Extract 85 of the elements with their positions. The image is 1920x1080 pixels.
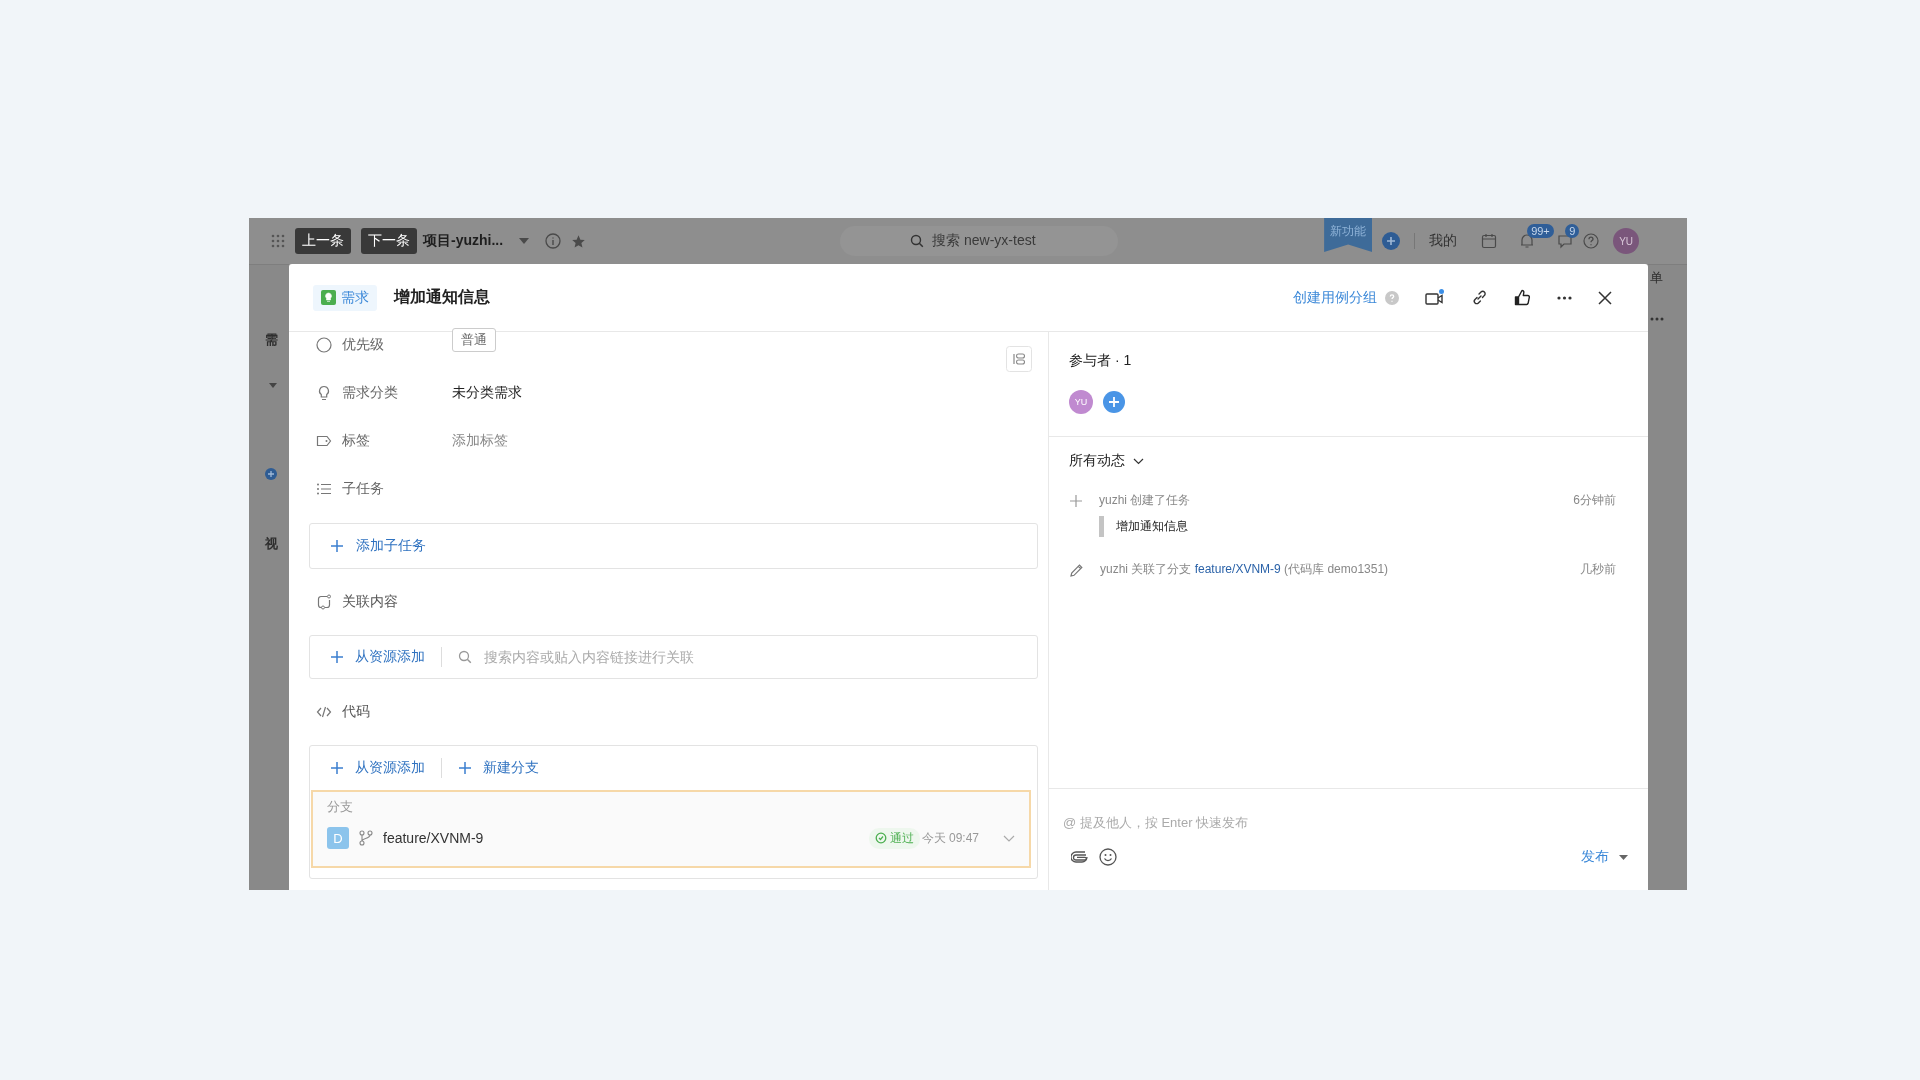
caret-icon[interactable] — [1619, 854, 1628, 860]
branch-time: 今天 09:47 — [921, 829, 979, 847]
activity-text: yuzhi 关联了分支 feature/XVNM-9 (代码库 demo1351) — [1100, 561, 1389, 578]
code-icon — [316, 704, 332, 720]
activity-filter[interactable]: 所有动态 — [1069, 452, 1144, 470]
search-icon — [910, 234, 925, 248]
help-icon[interactable] — [1583, 233, 1600, 249]
attachment-icon[interactable] — [1071, 851, 1089, 863]
activity-time: 6分钟前 — [1573, 492, 1616, 509]
link-icon[interactable] — [1471, 289, 1488, 306]
add-icon[interactable] — [1382, 232, 1401, 250]
mine-link[interactable]: 我的 — [1429, 232, 1458, 250]
circle-icon — [316, 337, 332, 353]
star-icon[interactable] — [571, 233, 587, 249]
field-label: 标签 — [342, 432, 371, 450]
add-subtask-button[interactable]: 添加子任务 — [309, 523, 1038, 569]
add-from-resource-button[interactable]: 从资源添加 — [330, 759, 425, 777]
task-title: 增加通知信息 — [394, 287, 490, 307]
calendar-icon[interactable] — [1481, 233, 1498, 249]
branch-link[interactable]: feature/XVNM-9 — [1194, 562, 1281, 576]
participants-title: 参与者 · 1 — [1069, 352, 1133, 370]
section-label: 关联内容 — [342, 593, 399, 611]
notification-count: 99+ — [1527, 224, 1554, 238]
add-from-resource-button[interactable]: 从资源添加 — [330, 648, 425, 666]
caret-icon — [269, 383, 277, 388]
search-field[interactable]: 搜索 new-yx-test — [840, 226, 1119, 256]
bell-icon[interactable] — [1519, 233, 1536, 249]
activity-text: yuzhi 创建了任务 — [1099, 492, 1191, 509]
category-value[interactable]: 未分类需求 — [452, 384, 522, 402]
activity-time: 几秒前 — [1580, 561, 1616, 578]
list-icon — [316, 481, 332, 497]
check-circle-icon — [874, 832, 887, 844]
pencil-icon — [1069, 563, 1084, 578]
chevron-down-icon[interactable] — [1003, 834, 1015, 842]
background-label: 单 — [1650, 269, 1663, 287]
publish-button[interactable]: 发布 — [1581, 848, 1609, 866]
emoji-icon[interactable] — [1099, 848, 1117, 866]
thumbs-up-icon[interactable] — [1514, 289, 1531, 306]
plus-icon — [458, 761, 472, 775]
status-tag: 通过 — [868, 827, 920, 849]
quoted-title: 增加通知信息 — [1099, 516, 1188, 537]
layout-toggle-icon[interactable] — [1006, 346, 1032, 372]
field-label: 优先级 — [342, 336, 385, 354]
more-icon[interactable] — [1557, 295, 1572, 300]
related-icon — [316, 594, 332, 610]
next-button[interactable]: 下一条 — [361, 228, 417, 254]
field-label: 子任务 — [342, 480, 385, 498]
close-icon[interactable] — [1598, 290, 1612, 305]
plus-icon — [330, 650, 344, 664]
section-label: 代码 — [342, 703, 371, 721]
video-icon[interactable] — [1425, 288, 1445, 307]
branch-heading: 分支 — [327, 798, 354, 816]
message-count: 9 — [1565, 224, 1580, 238]
chevron-down-icon — [1133, 457, 1144, 465]
branch-icon — [359, 830, 373, 846]
new-branch-button[interactable]: 新建分支 — [458, 759, 539, 777]
more-icon — [1650, 317, 1664, 321]
plus-icon — [1069, 494, 1083, 508]
caret-icon[interactable] — [519, 238, 530, 244]
tag-icon — [316, 433, 332, 449]
repo-avatar: D — [327, 827, 349, 849]
message-icon[interactable] — [1557, 233, 1574, 249]
background-label: 需 — [265, 331, 278, 349]
priority-select[interactable]: 普通 — [452, 328, 496, 352]
lightbulb-icon — [321, 290, 336, 305]
previous-button[interactable]: 上一条 — [295, 228, 351, 254]
field-label: 需求分类 — [342, 384, 399, 402]
user-avatar[interactable]: YU — [1613, 228, 1640, 254]
search-icon — [458, 650, 472, 664]
type-tag[interactable]: 需求 — [313, 284, 377, 311]
participant-avatar[interactable]: YU — [1069, 390, 1093, 414]
lightbulb-icon — [316, 385, 332, 401]
add-participant-icon[interactable] — [1103, 391, 1125, 413]
plus-icon — [330, 761, 344, 775]
related-search-field[interactable]: 从资源添加 搜索内容或贴入内容链接进行关联 — [309, 635, 1038, 679]
apps-grid-icon[interactable] — [271, 234, 285, 248]
branch-name[interactable]: feature/XVNM-9 — [383, 830, 484, 846]
create-group-link[interactable]: 创建用例分组 — [1293, 288, 1377, 307]
help-icon[interactable] — [1385, 290, 1399, 305]
background-label: 视 — [265, 535, 278, 553]
plus-icon — [330, 539, 344, 553]
project-name[interactable]: 项目-yuzhi... — [423, 232, 504, 250]
add-tag-field[interactable]: 添加标签 — [452, 432, 508, 450]
add-icon — [265, 468, 277, 480]
info-icon[interactable] — [545, 233, 562, 249]
